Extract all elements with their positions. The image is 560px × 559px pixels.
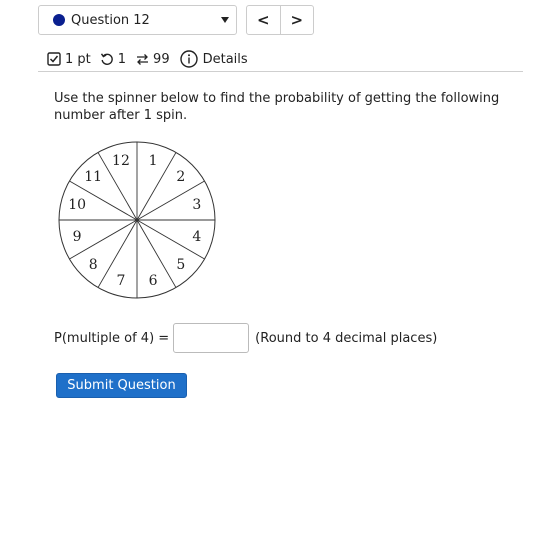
dropdown-caret-icon	[221, 17, 229, 23]
spinner-number: 1	[149, 153, 158, 169]
status-dot-icon	[53, 14, 65, 26]
next-question-button[interactable]: >	[279, 6, 314, 34]
previous-question-button[interactable]: <	[247, 6, 280, 34]
spinner-number: 7	[116, 273, 125, 289]
spinner-number: 9	[73, 229, 82, 245]
question-meta: 1 pt 1 99 Details	[47, 49, 248, 69]
spinner-number: 8	[89, 257, 98, 273]
checkbox-icon	[47, 52, 61, 66]
spinner-number: 4	[192, 229, 201, 245]
submit-question-button[interactable]: Submit Question	[56, 373, 187, 398]
header-divider	[38, 71, 523, 72]
spinner-number: 10	[68, 197, 86, 213]
retry-icon	[100, 52, 114, 66]
answer-input[interactable]	[173, 323, 250, 353]
info-icon[interactable]	[179, 50, 198, 68]
answer-hint: (Round to 4 decimal places)	[255, 330, 438, 346]
answer-row: P(multiple of 4) = (Round to 4 decimal p…	[54, 323, 437, 353]
spinner-number: 2	[176, 169, 185, 185]
question-label: Question 12	[71, 12, 150, 28]
submissions-count: 99	[153, 51, 170, 67]
spinner-number: 11	[84, 169, 102, 185]
question-prompt: Use the spinner below to find the probab…	[54, 91, 500, 123]
spinner-number: 3	[192, 197, 201, 213]
spinner-number: 6	[149, 273, 158, 289]
points-text: 1 pt	[65, 51, 91, 67]
question-nav: < >	[246, 5, 314, 35]
answer-label: P(multiple of 4) =	[54, 330, 170, 346]
submissions-icon	[135, 52, 150, 66]
spinner-number: 5	[176, 257, 185, 273]
question-selector[interactable]: Question 12	[38, 5, 237, 35]
retries-count: 1	[117, 51, 127, 67]
spinner-number: 12	[112, 153, 130, 169]
spinner-diagram: 123456789101112	[58, 141, 216, 299]
details-link[interactable]: Details	[203, 52, 248, 67]
